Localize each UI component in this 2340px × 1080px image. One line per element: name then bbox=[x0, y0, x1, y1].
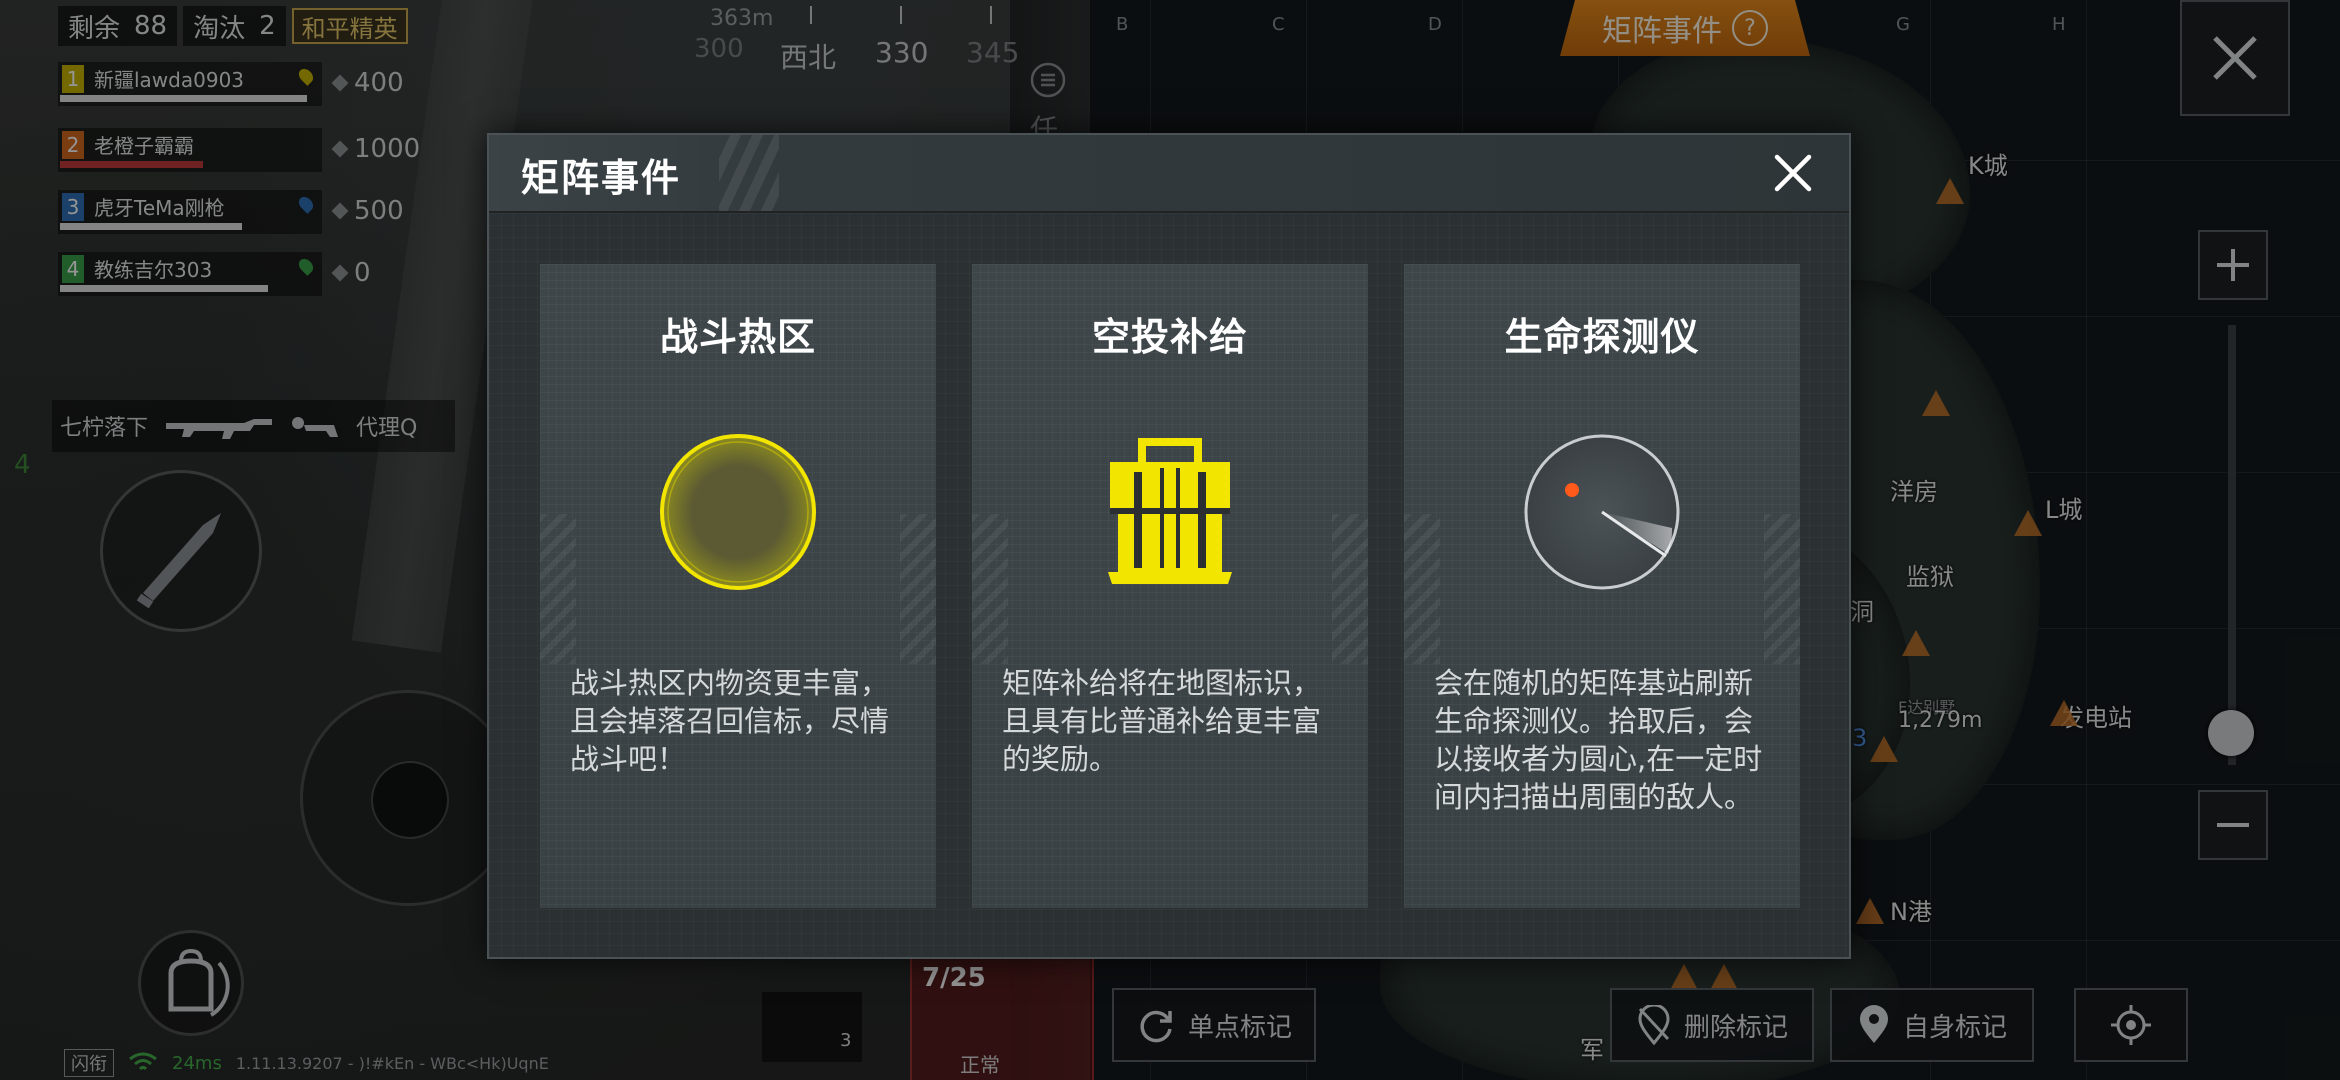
close-icon bbox=[1774, 154, 1812, 192]
header-decoration bbox=[719, 135, 779, 211]
card-title: 生命探测仪 bbox=[1504, 315, 1700, 359]
card-description: 战斗热区内物资更丰富，且会掉落召回信标，尽情战斗吧！ bbox=[570, 666, 890, 776]
card-decoration bbox=[1332, 514, 1368, 664]
hot-zone-circle-icon bbox=[660, 434, 816, 590]
card-decoration bbox=[540, 514, 576, 664]
card-decoration bbox=[972, 514, 1008, 664]
radar-detector-icon bbox=[1524, 434, 1680, 590]
game-screen: B C D E F G H K城 洋房 L城 监狱 洞 发电站 F达别墅 1,2… bbox=[0, 0, 2340, 1080]
close-button[interactable] bbox=[1767, 147, 1819, 199]
airdrop-crate-icon bbox=[1108, 438, 1232, 584]
card-description: 会在随机的矩阵基站刷新生命探测仪。拾取后，会以接收者为圆心,在一定时间内扫描出周… bbox=[1434, 666, 1763, 814]
card-title: 战斗热区 bbox=[659, 315, 816, 359]
event-card-life-detector: 生命探测仪 会在随机的矩阵基站刷新生命探测仪。拾取后，会以接收者为圆心,在一定时… bbox=[1404, 264, 1800, 908]
card-decoration bbox=[1404, 514, 1440, 664]
card-description: 矩阵补给将在地图标识，且具有比普通补给更丰富的奖励。 bbox=[1002, 666, 1322, 776]
card-decoration bbox=[1764, 514, 1800, 664]
event-card-airdrop: 空投补给 矩阵补给将在地图标识，且具有比普通补给更丰富的奖励。 bbox=[972, 264, 1368, 908]
card-decoration bbox=[900, 514, 936, 664]
dialog-header: 矩阵事件 bbox=[489, 135, 1849, 213]
card-title: 空投补给 bbox=[1091, 315, 1248, 359]
dialog-title: 矩阵事件 bbox=[521, 156, 682, 200]
matrix-event-dialog: 矩阵事件 战斗热区 战斗热区内物资更丰富，且会掉落召回信标，尽情战斗吧！ 空投补… bbox=[487, 133, 1851, 959]
event-card-hot-zone: 战斗热区 战斗热区内物资更丰富，且会掉落召回信标，尽情战斗吧！ bbox=[540, 264, 936, 908]
